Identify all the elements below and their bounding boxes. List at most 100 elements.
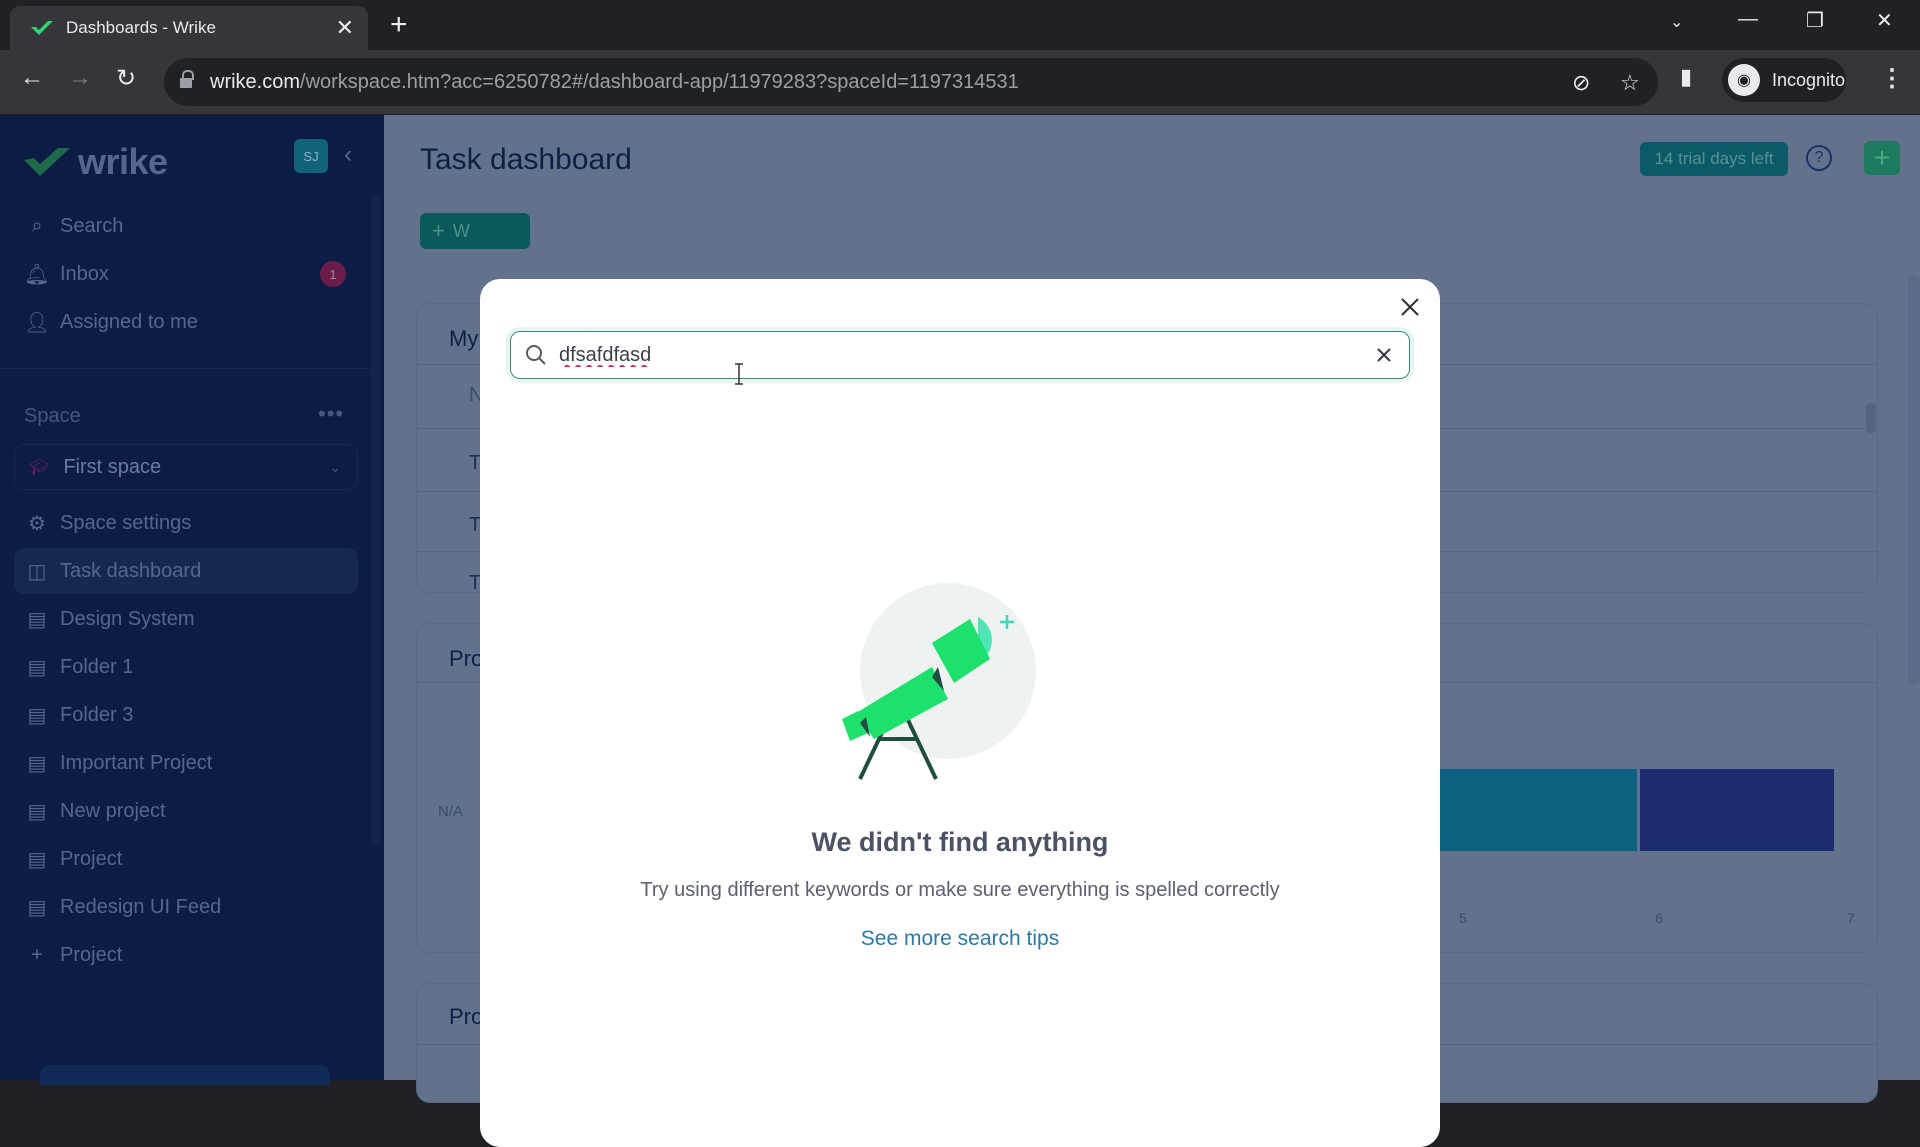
wrike-favicon-icon bbox=[31, 21, 53, 35]
sidebar-scrollbar[interactable] bbox=[370, 195, 382, 845]
bell-icon: 🔔︎ bbox=[24, 263, 50, 286]
space-cap-icon: 🎓︎ bbox=[29, 459, 50, 476]
na-label: N/A bbox=[438, 803, 464, 820]
page-title: Task dashboard bbox=[420, 143, 632, 176]
sidebar-item-label: Important Project bbox=[60, 751, 213, 774]
space-selector[interactable]: 🎓︎ First space ⌄ bbox=[14, 444, 358, 490]
back-button[interactable]: ← bbox=[20, 64, 44, 92]
widget-title: Pro bbox=[449, 1004, 484, 1029]
help-icon[interactable]: ? bbox=[1806, 145, 1832, 171]
widget-title: Pro bbox=[449, 646, 484, 671]
restore-button[interactable]: ❐ bbox=[1806, 8, 1824, 33]
wrike-app: wrike SJ ‹ ⌕ Search 🔔︎ Inbox 1 👤︎ Assign… bbox=[0, 115, 1920, 1147]
address-bar[interactable]: wrike.com/workspace.htm?acc=6250782#/das… bbox=[164, 58, 1658, 106]
sidebar-item-important-project[interactable]: ▤ Important Project bbox=[14, 740, 358, 786]
sidebar-item-assigned[interactable]: 👤︎ Assigned to me bbox=[14, 299, 358, 345]
browser-toolbar: ← → ↻ wrike.com/workspace.htm?acc=625078… bbox=[0, 50, 1920, 114]
search-modal: We didn't find anything Try using differ… bbox=[480, 279, 1440, 1147]
sidebar-item-project[interactable]: ▤ Project bbox=[14, 836, 358, 882]
sidebar-item-space-settings[interactable]: ⚙ Space settings bbox=[14, 500, 358, 546]
browser-menu-icon[interactable]: ⋮ bbox=[1880, 64, 1904, 93]
browser-tab[interactable]: Dashboards - Wrike ✕ bbox=[10, 6, 368, 50]
axis-tick-label: 6 bbox=[1655, 910, 1663, 926]
inbox-count-badge: 1 bbox=[320, 261, 346, 287]
search-field[interactable] bbox=[510, 331, 1410, 379]
clipboard-icon: ▤ bbox=[27, 848, 47, 871]
incognito-label: Incognito bbox=[1772, 69, 1846, 90]
empty-state-title: We didn't find anything bbox=[811, 827, 1109, 857]
bookmark-star-icon[interactable]: ☆ bbox=[1620, 70, 1640, 96]
close-icon bbox=[1401, 298, 1419, 316]
lock-icon bbox=[180, 70, 194, 89]
sidebar-item-folder-1[interactable]: ▤ Folder 1 bbox=[14, 644, 358, 690]
add-project-label: Project bbox=[60, 943, 123, 966]
add-project-button[interactable]: + Project bbox=[14, 932, 358, 978]
tab-search-icon[interactable]: ⌄ bbox=[1670, 12, 1683, 32]
side-panel-icon[interactable]: ▮ bbox=[1680, 64, 1692, 90]
telescope-illustration-icon bbox=[842, 583, 1036, 780]
sidebar-item-folder-3[interactable]: ▤ Folder 3 bbox=[14, 692, 358, 738]
sidebar-item-label: Design System bbox=[60, 607, 195, 630]
add-widget-button[interactable]: + W bbox=[420, 213, 530, 249]
chart-bar-segment[interactable] bbox=[1417, 769, 1637, 851]
tracking-blocked-icon[interactable]: ⊘ bbox=[1572, 70, 1590, 96]
widget-scrollbar[interactable] bbox=[1866, 403, 1876, 433]
trial-days-button[interactable]: 14 trial days left bbox=[1640, 142, 1788, 176]
url-host: wrike.com bbox=[210, 70, 301, 93]
sidebar-bottom-button[interactable] bbox=[40, 1065, 330, 1085]
clipboard-icon: ▤ bbox=[27, 800, 47, 823]
new-tab-button[interactable]: + bbox=[390, 10, 408, 40]
sidebar-item-label: Inbox bbox=[60, 262, 109, 285]
sidebar-item-inbox[interactable]: 🔔︎ Inbox 1 bbox=[14, 251, 358, 297]
collapse-sidebar-icon[interactable]: ‹ bbox=[344, 141, 352, 169]
sidebar-item-design-system[interactable]: ▤ Design System bbox=[14, 596, 358, 642]
main-scrollbar[interactable] bbox=[1908, 275, 1920, 685]
space-name: First space bbox=[63, 455, 162, 478]
incognito-icon: ◉ bbox=[1728, 64, 1760, 96]
sidebar-item-label: Assigned to me bbox=[60, 310, 198, 333]
space-section-label: Space bbox=[24, 405, 81, 427]
sidebar-item-label: Project bbox=[60, 847, 123, 870]
widget-title: My bbox=[449, 326, 479, 351]
sidebar-item-label: Redesign UI Feed bbox=[60, 895, 222, 918]
wrike-check-icon bbox=[24, 148, 70, 176]
modal-close-button[interactable] bbox=[1392, 289, 1428, 325]
sidebar-item-task-dashboard[interactable]: ◫ Task dashboard bbox=[14, 548, 358, 594]
tab-title: Dashboards - Wrike bbox=[66, 18, 216, 37]
sidebar-item-search[interactable]: ⌕ Search bbox=[14, 203, 358, 249]
sidebar-item-label: Folder 1 bbox=[60, 655, 134, 678]
dashboard-icon: ◫ bbox=[27, 560, 47, 583]
gear-icon: ⚙ bbox=[28, 512, 46, 535]
sidebar: wrike SJ ‹ ⌕ Search 🔔︎ Inbox 1 👤︎ Assign… bbox=[0, 115, 384, 1085]
clipboard-icon: ▤ bbox=[27, 752, 47, 775]
wrike-logo[interactable]: wrike bbox=[24, 141, 168, 183]
window-close-button[interactable]: ✕ bbox=[1876, 8, 1893, 33]
search-input[interactable] bbox=[559, 343, 1409, 367]
sidebar-item-label: Folder 3 bbox=[60, 703, 134, 726]
assigned-icon: 👤︎ bbox=[24, 311, 50, 334]
minimize-button[interactable]: — bbox=[1738, 8, 1758, 31]
text-cursor-icon bbox=[735, 363, 743, 385]
chart-bar-segment[interactable] bbox=[1640, 769, 1834, 851]
forward-button[interactable]: → bbox=[68, 64, 92, 92]
reload-button[interactable]: ↻ bbox=[116, 64, 136, 93]
clipboard-icon: ▤ bbox=[27, 704, 47, 727]
sidebar-item-redesign-ui-feed[interactable]: ▤ Redesign UI Feed bbox=[14, 884, 358, 930]
axis-tick-label: 7 bbox=[1847, 910, 1855, 926]
empty-state-subtitle: Try using different keywords or make sur… bbox=[640, 879, 1280, 901]
incognito-profile[interactable]: ◉ Incognito bbox=[1722, 58, 1846, 102]
tab-close-icon[interactable]: ✕ bbox=[336, 15, 354, 41]
search-tips-link[interactable]: See more search tips bbox=[480, 927, 1440, 951]
sidebar-item-new-project[interactable]: ▤ New project bbox=[14, 788, 358, 834]
user-avatar[interactable]: SJ bbox=[294, 139, 328, 173]
axis-tick-label: 5 bbox=[1459, 910, 1467, 926]
search-icon bbox=[526, 345, 546, 365]
sidebar-item-label: Task dashboard bbox=[60, 559, 202, 582]
add-button[interactable]: + bbox=[1864, 141, 1900, 175]
clear-search-icon[interactable] bbox=[1373, 344, 1395, 366]
logo-text: wrike bbox=[78, 141, 168, 182]
clipboard-icon: ▤ bbox=[27, 896, 47, 919]
sidebar-divider bbox=[0, 368, 370, 369]
add-widget-label: W bbox=[452, 220, 470, 241]
space-more-icon[interactable]: ••• bbox=[318, 401, 344, 427]
